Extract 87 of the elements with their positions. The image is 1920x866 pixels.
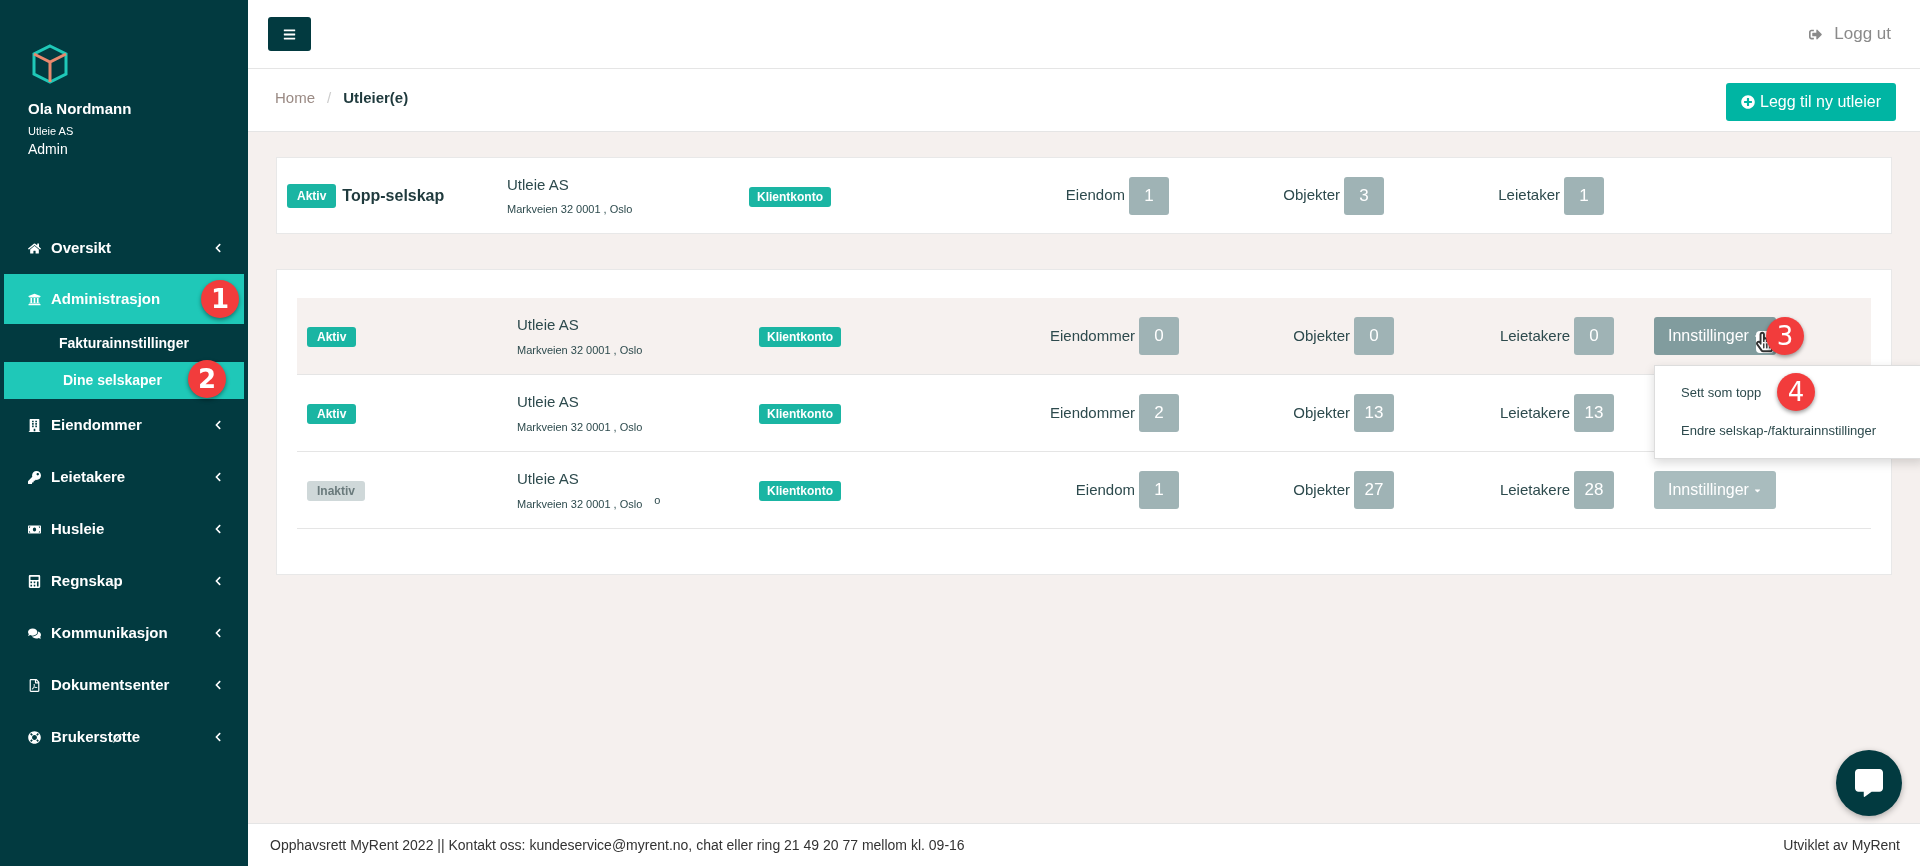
count-badge: 13 (1354, 394, 1394, 432)
status-badge: Aktiv (287, 183, 337, 208)
status-badge: Aktiv (307, 327, 357, 347)
nav-item[interactable]: Brukerstøtte (0, 711, 248, 763)
stat-label: Objekter (1293, 402, 1350, 423)
nav-item[interactable]: Oversikt (0, 222, 248, 274)
company-address: Markveien 32 0001 , Oslo (517, 343, 643, 358)
text-fragment: o (654, 492, 661, 508)
nav-subitem[interactable]: Dine selskaper 2 (4, 362, 244, 399)
company-name: Utleie AS (517, 468, 580, 489)
stat-label: Objekter (1293, 325, 1350, 346)
user-name: Ola Nordmann (28, 99, 133, 119)
chevron-icon (214, 420, 222, 430)
chevron-icon (214, 576, 222, 586)
stat-label: Leietakere (1499, 325, 1570, 346)
logout-icon (1809, 27, 1823, 41)
breadcrumb-current: Utleier(e) (343, 88, 409, 108)
company-name: Utleie AS (517, 314, 580, 335)
lifebuoy-icon (28, 730, 41, 744)
count-badge: 3 (1344, 176, 1384, 215)
step-marker: 1 (201, 280, 239, 318)
status-badge: Inaktiv (307, 481, 365, 501)
count-badge: 27 (1354, 471, 1394, 509)
key-icon (28, 470, 41, 484)
count-badge: 0 (1139, 317, 1179, 355)
count-badge: 0 (1354, 317, 1394, 355)
account-badge: Klientkonto (749, 186, 831, 207)
nav-item[interactable]: Leietakere (0, 451, 248, 503)
nav-item[interactable]: Eiendommer (0, 399, 248, 451)
nav-item[interactable]: Kommunikasjon (0, 607, 248, 659)
status-badge: Aktiv (307, 404, 357, 424)
stat-label: Leietakere (1499, 402, 1570, 423)
footer-text: Opphavsrett MyRent 2022 || Kontakt oss: kundeservice@myrent.no, chat eller ring 21 49 20 77 mellom kl. 09-16 (270, 835, 965, 855)
nav-item[interactable]: Regnskap (0, 555, 248, 607)
count-badge: 0 (1574, 317, 1614, 355)
nav-subitem[interactable]: Fakturainnstillinger (0, 324, 248, 362)
stat-label: Objekter (1293, 479, 1350, 500)
bank-icon (28, 292, 41, 306)
stat-label: Eiendom (1075, 479, 1135, 500)
footer-credit: Utviklet av MyRent (1783, 835, 1900, 855)
pdf-file-icon (28, 678, 41, 692)
calculator-icon (28, 574, 41, 588)
menu-button[interactable] (268, 17, 311, 51)
account-badge: Klientkonto (759, 327, 841, 347)
count-badge: 28 (1574, 471, 1614, 509)
count-badge: 13 (1574, 394, 1614, 432)
account-badge: Klientkonto (759, 404, 841, 424)
menu-item[interactable]: Sett som topp (1655, 383, 1762, 403)
count-badge: 1 (1139, 471, 1179, 509)
building-icon (28, 418, 41, 432)
stat-label: Eiendom (1065, 185, 1125, 206)
company-address: Markveien 32 0001 , Oslo (517, 420, 643, 435)
company-title: Topp-selskap (342, 185, 445, 206)
user-role: Admin (28, 140, 69, 159)
stat-label: Objekter (1283, 185, 1340, 206)
chevron-icon (214, 243, 222, 253)
stat-label: Leietaker (1498, 185, 1560, 206)
company-address: Markveien 32 0001 , Oslo (507, 201, 634, 217)
nav-item[interactable]: Administrasjon 1 (4, 274, 244, 324)
chat-icon (1855, 769, 1883, 797)
step-marker: 2 (188, 360, 226, 398)
chat-icon (28, 626, 41, 640)
stat-label: Eiendommer (1049, 402, 1135, 423)
count-badge: 1 (1129, 176, 1169, 215)
menu-icon (283, 27, 296, 41)
company-name: Utleie AS (507, 175, 570, 195)
count-badge: 1 (1564, 176, 1604, 215)
stat-label: Leietakere (1499, 479, 1570, 500)
plus-icon (1741, 95, 1756, 109)
chevron-icon (214, 680, 222, 690)
nav-item[interactable]: Husleie (0, 503, 248, 555)
menu-item[interactable]: Endre selskap-/fakturainnstillinger (1655, 421, 1877, 441)
chevron-icon (214, 524, 222, 534)
chevron-icon (214, 732, 222, 742)
company-name: Utleie AS (517, 391, 580, 412)
step-marker: 4 (1777, 373, 1815, 411)
chevron-icon (214, 472, 222, 482)
home-icon (28, 241, 41, 255)
company-address: Markveien 32 0001 , Oslo (517, 497, 643, 512)
stat-label: Eiendommer (1049, 325, 1135, 346)
account-badge: Klientkonto (759, 481, 841, 501)
breadcrumb-separator: / (327, 88, 332, 108)
nav-item[interactable]: Dokumentsenter (0, 659, 248, 711)
chevron-icon (214, 628, 222, 638)
user-company: Utleie AS (28, 123, 75, 139)
count-badge: 2 (1139, 394, 1179, 432)
chat-button[interactable] (1836, 750, 1902, 816)
